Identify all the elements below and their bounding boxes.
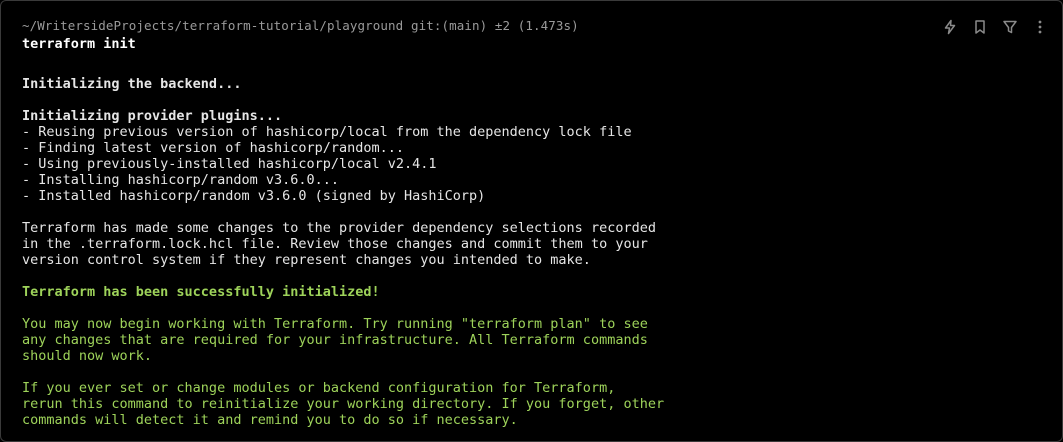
output-line: any changes that are required for your i… bbox=[22, 332, 648, 348]
terminal-block: ~/WritersideProjects/terraform-tutorial/… bbox=[0, 0, 1063, 442]
output-line: rerun this command to reinitialize your … bbox=[22, 396, 665, 412]
output-line: Terraform has been successfully initiali… bbox=[22, 284, 380, 300]
output-blank-line bbox=[22, 204, 664, 220]
lightning-button[interactable] bbox=[940, 17, 960, 37]
bookmark-icon bbox=[975, 20, 985, 34]
output-line: - Reusing previous version of hashicorp/… bbox=[22, 124, 632, 140]
filter-button[interactable] bbox=[1000, 17, 1020, 37]
bookmark-button[interactable] bbox=[970, 17, 990, 37]
output-blank-line bbox=[22, 364, 664, 380]
output-line: commands will detect it and remind you t… bbox=[22, 412, 518, 428]
more-vertical-icon bbox=[1038, 20, 1042, 34]
output-line: You may now begin working with Terraform… bbox=[22, 316, 648, 332]
output-line: should now work. bbox=[22, 348, 153, 364]
block-toolbar bbox=[940, 17, 1050, 37]
output-line: Initializing provider plugins... bbox=[22, 108, 283, 124]
output-line: If you ever set or change modules or bac… bbox=[22, 380, 616, 396]
prompt-duration: (1.473s) bbox=[517, 18, 579, 33]
output-line: - Installing hashicorp/random v3.6.0... bbox=[22, 172, 339, 188]
command-text: terraform init bbox=[22, 36, 136, 52]
command-output: Initializing the backend... Initializing … bbox=[22, 76, 664, 428]
filter-icon bbox=[1003, 20, 1017, 34]
prompt-line: ~/WritersideProjects/terraform-tutorial/… bbox=[22, 18, 579, 33]
output-line: - Finding latest version of hashicorp/ra… bbox=[22, 140, 405, 156]
output-blank-line bbox=[22, 268, 664, 284]
output-blank-line bbox=[22, 300, 664, 316]
prompt-path: ~/WritersideProjects/terraform-tutorial/… bbox=[22, 18, 404, 33]
lightning-icon bbox=[944, 19, 956, 35]
more-button[interactable] bbox=[1030, 17, 1050, 37]
output-line: Initializing the backend... bbox=[22, 76, 242, 92]
output-line: Terraform has made some changes to the p… bbox=[22, 220, 656, 236]
output-blank-line bbox=[22, 92, 664, 108]
output-line: - Installed hashicorp/random v3.6.0 (sig… bbox=[22, 188, 486, 204]
output-line: in the .terraform.lock.hcl file. Review … bbox=[22, 236, 648, 252]
output-line: - Using previously-installed hashicorp/l… bbox=[22, 156, 437, 172]
prompt-git-status: git:(main) ±2 bbox=[410, 18, 511, 33]
output-line: version control system if they represent… bbox=[22, 252, 591, 268]
